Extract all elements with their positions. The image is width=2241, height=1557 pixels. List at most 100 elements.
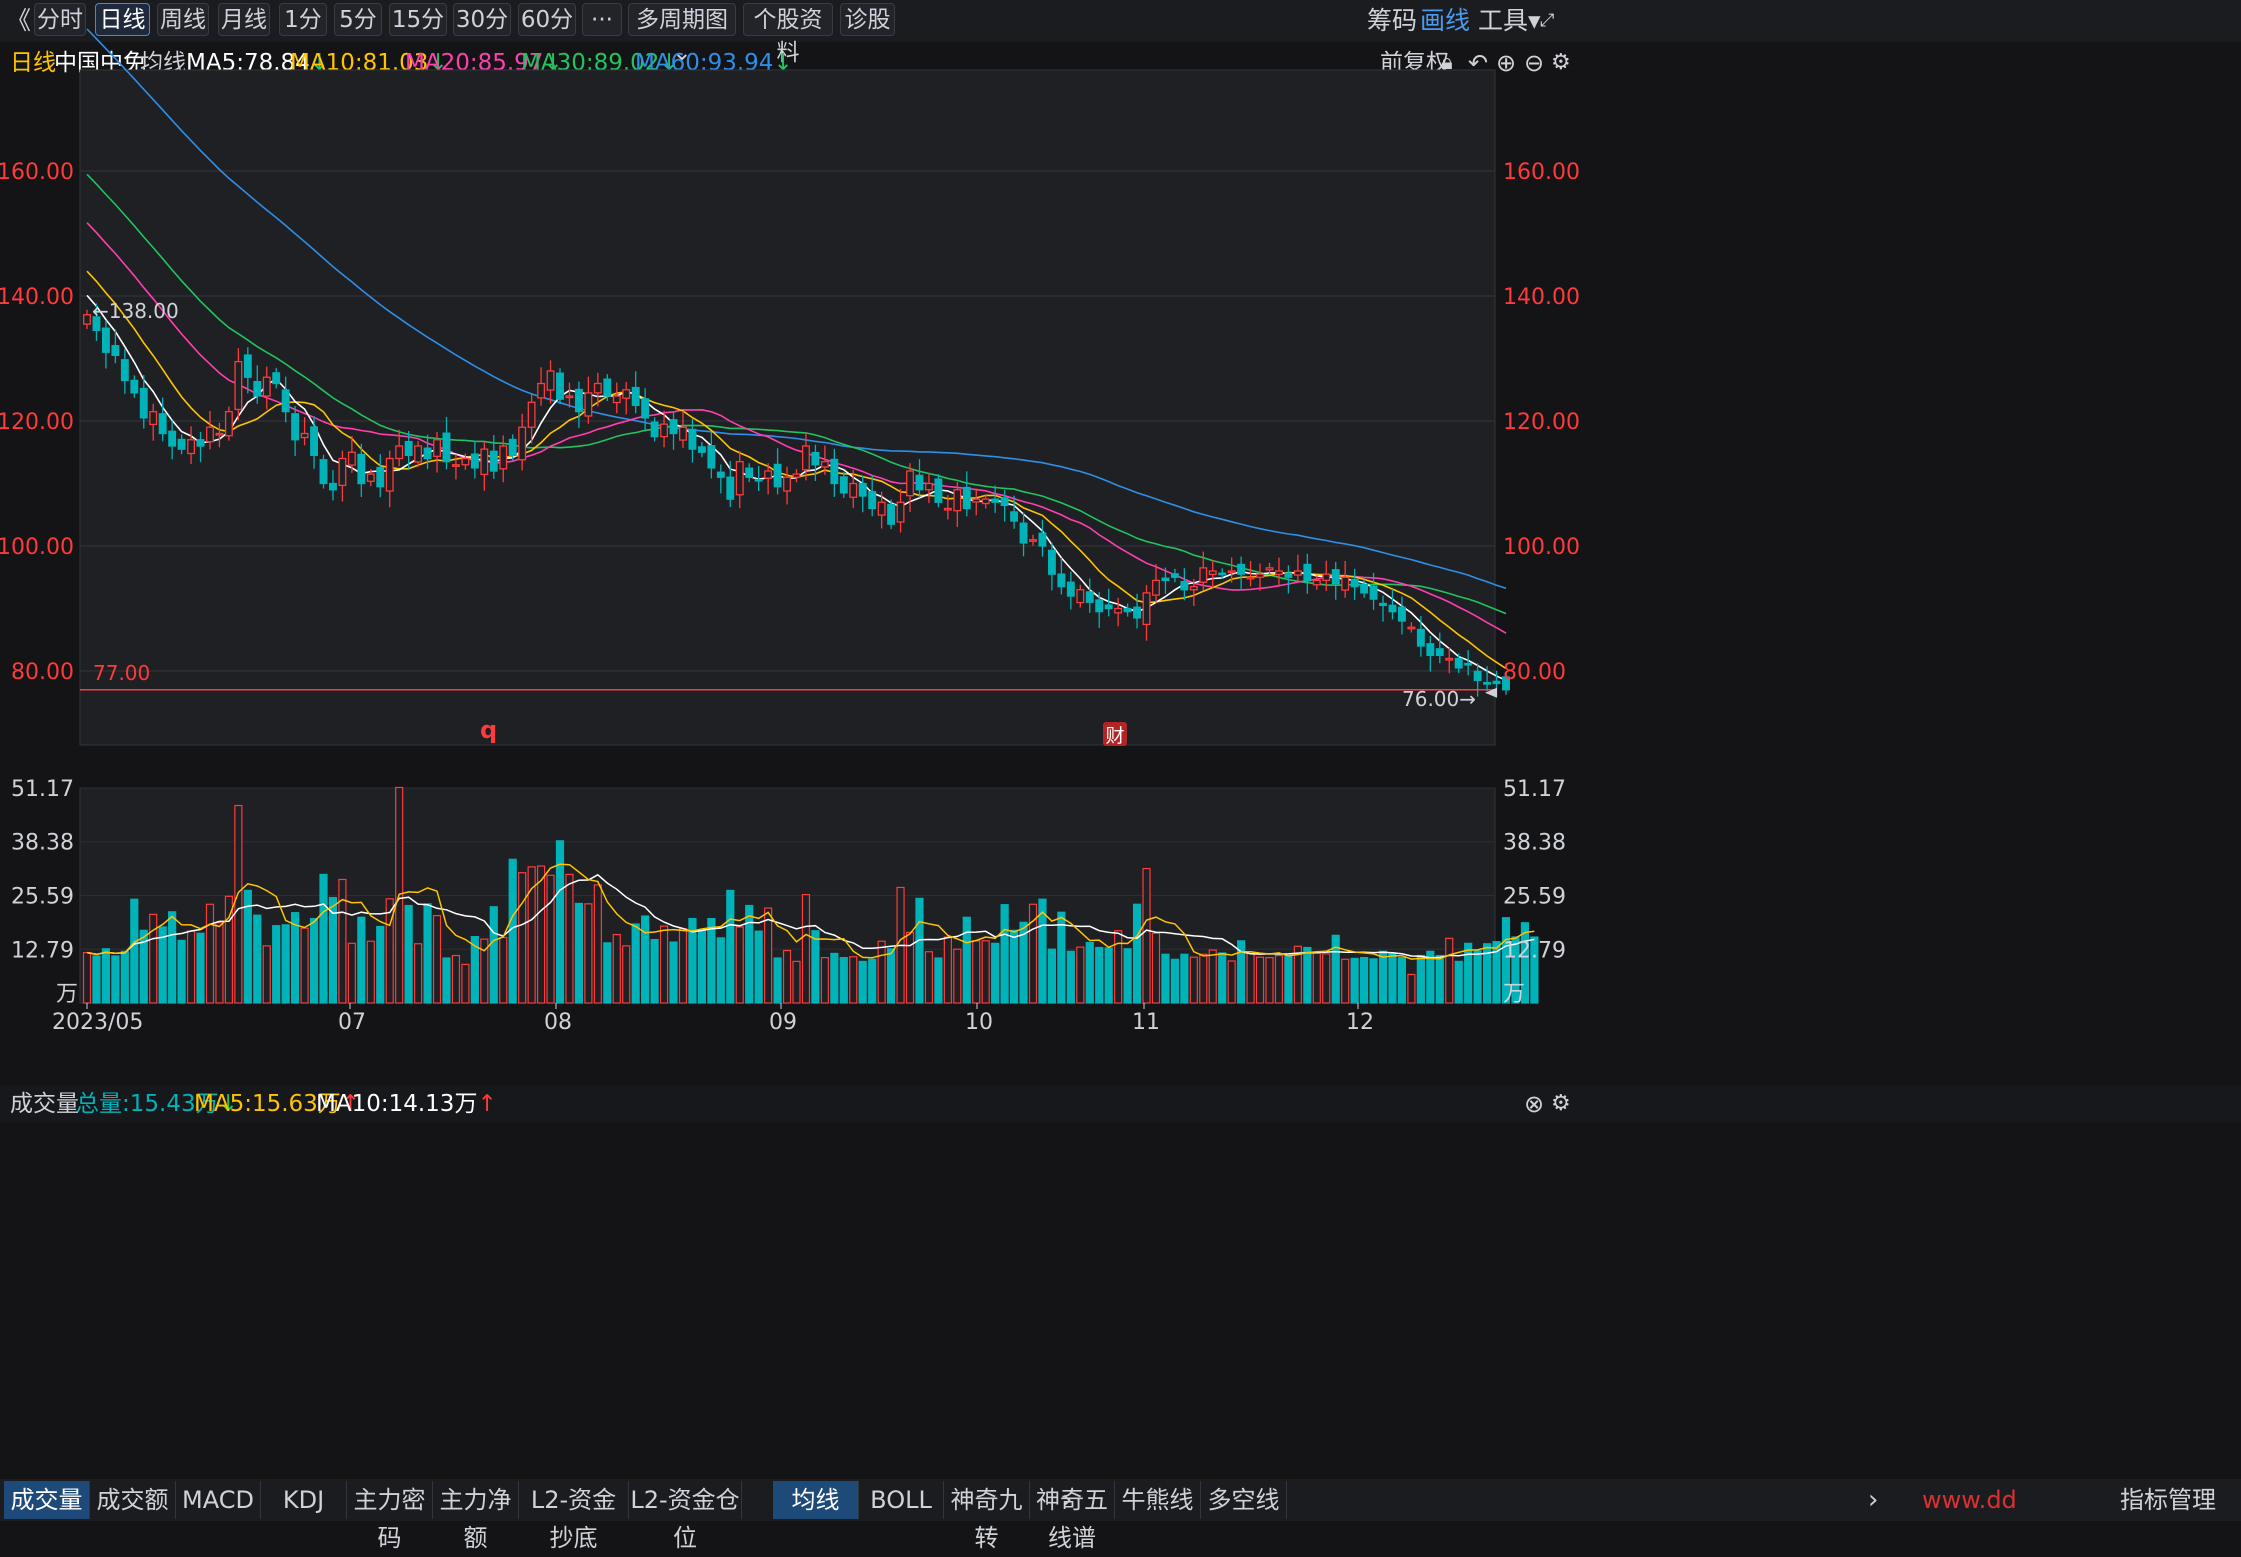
volume-unit-label: 万 bbox=[56, 982, 78, 1007]
volume-bar-down bbox=[716, 937, 725, 1004]
candle-up bbox=[802, 445, 810, 471]
volume-bar-down bbox=[830, 952, 839, 1004]
volume-bar-up bbox=[1445, 937, 1454, 1004]
overlay-tab-4[interactable]: 牛熊线 bbox=[1115, 1481, 1201, 1519]
candle-down bbox=[404, 440, 413, 457]
volume-bar-down bbox=[1369, 958, 1378, 1004]
volume-bar-up bbox=[1208, 949, 1217, 1004]
volume-bar-down bbox=[697, 928, 707, 1004]
volume-bar-up bbox=[1189, 956, 1198, 1004]
candle-down bbox=[111, 345, 120, 357]
volume-bar-up bbox=[149, 913, 158, 1004]
candle-up bbox=[414, 445, 423, 463]
volume-bar-up bbox=[1114, 930, 1123, 1004]
candle-up bbox=[347, 451, 356, 466]
candle-down bbox=[716, 471, 725, 478]
indicator-tab-1[interactable]: 成交额 bbox=[90, 1481, 176, 1519]
overlay-tab-5[interactable]: 多空线 bbox=[1201, 1481, 1287, 1519]
watermark: www.dd bbox=[1922, 1486, 2017, 1514]
candle-down bbox=[631, 386, 640, 407]
indicator-tab-6[interactable]: L2-资金抄底 bbox=[519, 1481, 629, 1552]
volume-bar-down bbox=[177, 939, 186, 1004]
candle-down bbox=[830, 458, 839, 485]
candle-up bbox=[1208, 570, 1217, 576]
volume-bar-up bbox=[584, 903, 593, 1004]
volume-bar-down bbox=[1180, 953, 1189, 1004]
candle-up bbox=[262, 376, 271, 397]
candle-up bbox=[896, 501, 905, 523]
y-tick-label: 140.00 bbox=[0, 285, 74, 310]
volume-bar-down bbox=[1170, 958, 1180, 1004]
y-tick-label-right: 120.00 bbox=[1503, 410, 1580, 435]
candle-down bbox=[1435, 648, 1444, 657]
candle-up bbox=[735, 460, 744, 496]
candle-up bbox=[1407, 626, 1416, 630]
overlay-tab-1[interactable]: BOLL bbox=[859, 1481, 944, 1519]
candle-down bbox=[1388, 604, 1397, 613]
volume-bar-up bbox=[612, 933, 621, 1004]
indicator-tab-2[interactable]: MACD bbox=[176, 1481, 261, 1519]
candle-up bbox=[215, 432, 224, 436]
candle-down bbox=[120, 359, 129, 382]
volume-bar-up bbox=[1227, 960, 1236, 1004]
candle-up bbox=[1275, 570, 1283, 576]
candle-down bbox=[574, 388, 583, 413]
overlay-tab-3[interactable]: 神奇五线谱 bbox=[1030, 1481, 1115, 1552]
candle-down bbox=[839, 476, 848, 494]
candle-down bbox=[1360, 583, 1369, 594]
volume-bar-up bbox=[300, 927, 309, 1004]
candle-up bbox=[234, 360, 243, 411]
candle-up bbox=[584, 392, 593, 417]
x-tick-label: 12 bbox=[1346, 1010, 1374, 1035]
high-annotation: ←138.00 bbox=[92, 299, 179, 323]
volume-bar-up bbox=[432, 915, 442, 1004]
candle-up bbox=[433, 439, 441, 457]
indicator-tab-7[interactable]: L2-资金仓位 bbox=[629, 1481, 742, 1552]
candle-up bbox=[1445, 657, 1454, 661]
volume-bar-up bbox=[536, 865, 546, 1004]
volume-bar-down bbox=[1104, 947, 1113, 1004]
volume-tick-label: 51.17 bbox=[11, 777, 74, 802]
candle-down bbox=[1218, 572, 1227, 576]
volume-bar-down bbox=[1009, 929, 1019, 1004]
candle-down bbox=[423, 447, 432, 460]
candle-down bbox=[1104, 604, 1113, 610]
volume-bar-up bbox=[546, 874, 555, 1004]
volume-bar-up bbox=[622, 945, 631, 1004]
candle-down bbox=[291, 413, 300, 441]
kline-chart[interactable]: 160.00 160.00 140.00 140.00 120.00 120.00 100.… bbox=[0, 0, 2241, 1521]
overlay-tab-2[interactable]: 神奇九转 bbox=[944, 1481, 1030, 1552]
volume-bar-down bbox=[1359, 957, 1369, 1004]
volume-bar-up bbox=[1341, 958, 1350, 1004]
x-tick-label: 2023/05 bbox=[52, 1010, 143, 1035]
candle-up bbox=[924, 482, 933, 491]
volume-bar-up bbox=[1274, 954, 1284, 1004]
overlay-tab-0[interactable]: 均线 bbox=[773, 1481, 859, 1519]
volume-bar-down bbox=[111, 955, 120, 1004]
volume-bar-up bbox=[820, 957, 829, 1004]
volume-bar-up bbox=[347, 942, 356, 1004]
candle-down bbox=[158, 413, 167, 435]
candle-up bbox=[338, 457, 347, 487]
indicator-tab-4[interactable]: 主力密码 bbox=[347, 1481, 433, 1552]
candle-down bbox=[669, 419, 678, 435]
volume-bar-up bbox=[924, 951, 934, 1004]
candle-down bbox=[168, 430, 177, 447]
candle-down bbox=[1170, 573, 1179, 578]
volume-bar-down bbox=[745, 904, 754, 1004]
candle-up bbox=[972, 498, 981, 503]
candle-up bbox=[1114, 607, 1123, 614]
candle-down bbox=[319, 459, 328, 485]
volume-bar-up bbox=[1246, 952, 1255, 1004]
indicator-tab-0[interactable]: 成交量 bbox=[4, 1481, 90, 1519]
chevron-right-icon[interactable]: › bbox=[1868, 1481, 1878, 1519]
y-tick-label: 100.00 bbox=[0, 535, 74, 560]
volume-bar-down bbox=[915, 897, 924, 1004]
volume-bar-up bbox=[593, 884, 602, 1004]
indicator-tab-3[interactable]: KDJ bbox=[261, 1481, 347, 1519]
volume-bar-down bbox=[101, 948, 111, 1004]
volume-bar-up bbox=[385, 898, 394, 1004]
volume-bar-down bbox=[1057, 911, 1066, 1004]
indicator-manage-button[interactable]: 指标管理 bbox=[2120, 1481, 2216, 1519]
indicator-tab-5[interactable]: 主力净额 bbox=[433, 1481, 519, 1552]
